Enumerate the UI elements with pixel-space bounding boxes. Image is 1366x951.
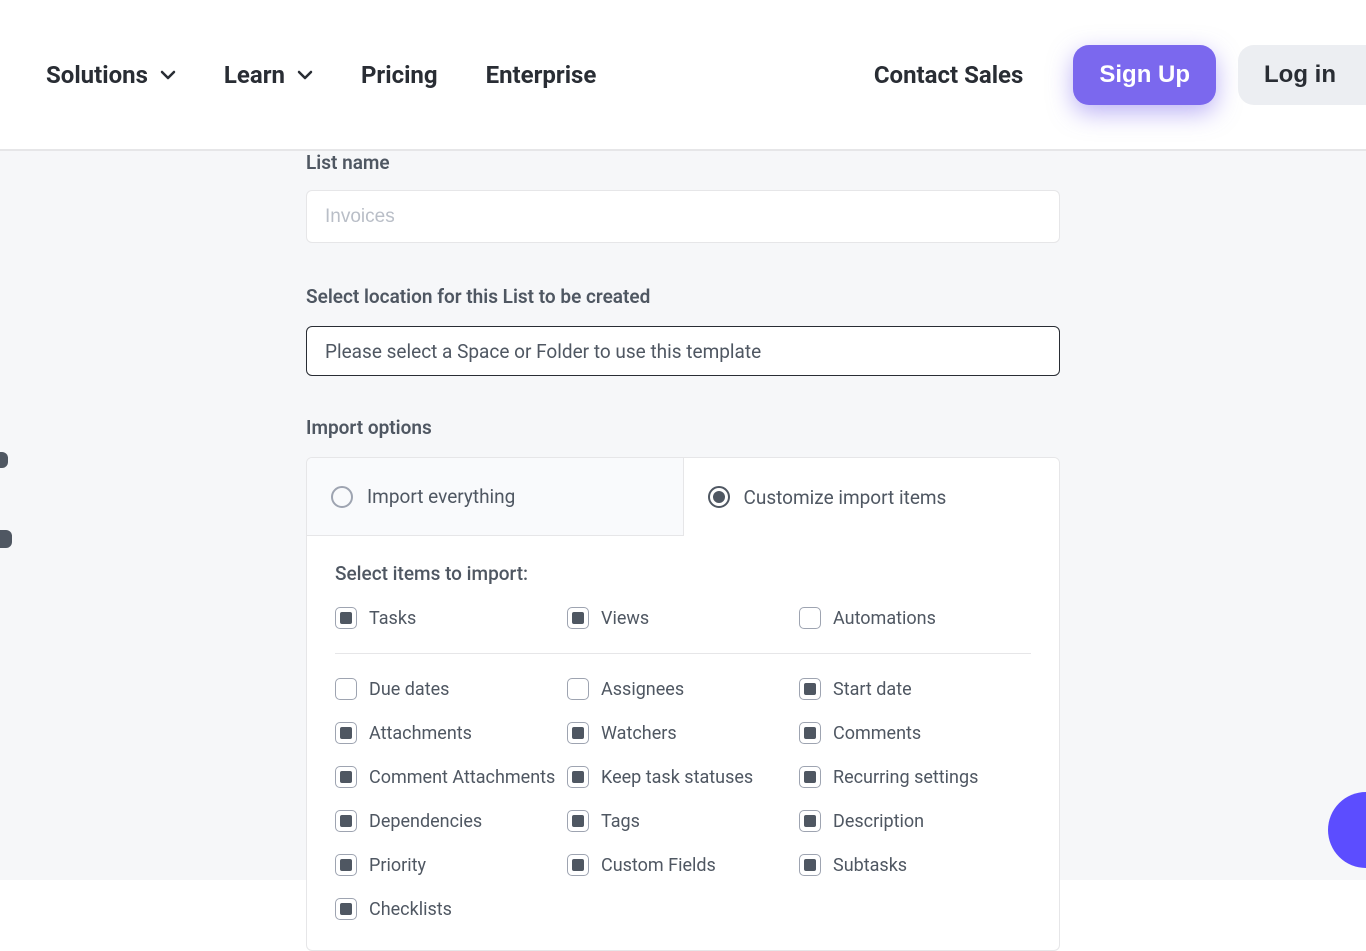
- check-item: Assignees: [567, 678, 799, 700]
- tab-customize-import[interactable]: Customize import items: [684, 458, 1060, 536]
- check-item: Recurring settings: [799, 766, 1031, 788]
- tab-label: Import everything: [367, 485, 515, 508]
- check-label: Due dates: [369, 679, 449, 700]
- tab-label: Customize import items: [744, 486, 947, 509]
- check-item: Start date: [799, 678, 1031, 700]
- check-item: Subtasks: [799, 854, 1031, 876]
- template-form: List name Select location for this List …: [306, 149, 1060, 880]
- check-label: Subtasks: [833, 855, 907, 876]
- check-label: Comments: [833, 723, 921, 744]
- list-name-label: List name: [306, 151, 390, 174]
- check-item: Checklists: [335, 898, 567, 920]
- nav-pricing[interactable]: Pricing: [361, 61, 438, 89]
- content-wrapper: List name Select location for this List …: [0, 150, 1366, 880]
- check-label: Keep task statuses: [601, 767, 753, 788]
- list-name-section: List name: [306, 149, 1060, 243]
- check-item: Dependencies: [335, 810, 567, 832]
- checkbox[interactable]: [335, 810, 357, 832]
- list-name-input[interactable]: [306, 190, 1060, 243]
- check-label: Automations: [833, 608, 936, 629]
- location-section: Select location for this List to be crea…: [306, 285, 1060, 376]
- top-nav: Solutions Learn Pricing Enterprise Conta…: [0, 0, 1366, 150]
- check-item: Automations: [799, 607, 1031, 629]
- checkbox[interactable]: [567, 678, 589, 700]
- checkbox[interactable]: [335, 722, 357, 744]
- checkbox[interactable]: [567, 722, 589, 744]
- import-tabs: Import everything Customize import items: [307, 458, 1059, 536]
- checkbox[interactable]: [567, 607, 589, 629]
- check-label: Watchers: [601, 723, 677, 744]
- side-handle[interactable]: [0, 530, 12, 548]
- checkbox[interactable]: [567, 854, 589, 876]
- contact-sales-link[interactable]: Contact Sales: [874, 61, 1024, 89]
- check-label: Priority: [369, 855, 426, 876]
- checkbox[interactable]: [799, 766, 821, 788]
- checkbox[interactable]: [335, 607, 357, 629]
- import-options-box: Import everything Customize import items…: [306, 457, 1060, 951]
- check-item: Watchers: [567, 722, 799, 744]
- check-label: Views: [601, 608, 649, 629]
- import-options-label: Import options: [306, 416, 1060, 439]
- check-item: Views: [567, 607, 799, 629]
- check-item: Priority: [335, 854, 567, 876]
- nav-item-label: Learn: [224, 61, 285, 89]
- radio-selected-icon: [708, 486, 730, 508]
- check-label: Description: [833, 811, 924, 832]
- check-label: Assignees: [601, 679, 684, 700]
- checkbox[interactable]: [799, 607, 821, 629]
- check-item: Attachments: [335, 722, 567, 744]
- check-label: Start date: [833, 679, 912, 700]
- side-handle[interactable]: [0, 452, 8, 468]
- check-label: Attachments: [369, 723, 472, 744]
- check-item: Tasks: [335, 607, 567, 629]
- checkbox[interactable]: [567, 810, 589, 832]
- check-label: Checklists: [369, 899, 452, 920]
- nav-item-label: Pricing: [361, 61, 438, 89]
- import-section: Import options Import everything Customi…: [306, 416, 1060, 951]
- nav-item-label: Solutions: [46, 61, 148, 89]
- items-grid: Due dates Assignees Start date Attachments W…: [335, 678, 1031, 920]
- location-placeholder: Please select a Space or Folder to use t…: [325, 340, 761, 363]
- check-item: Tags: [567, 810, 799, 832]
- radio-unselected-icon: [331, 486, 353, 508]
- check-item: Comments: [799, 722, 1031, 744]
- checkbox[interactable]: [799, 810, 821, 832]
- log-in-button[interactable]: Log in: [1238, 45, 1366, 105]
- chevron-down-icon: [297, 67, 313, 83]
- check-label: Tasks: [369, 608, 416, 629]
- nav-learn[interactable]: Learn: [224, 61, 313, 89]
- nav-right: Contact Sales Sign Up Log in: [874, 45, 1366, 105]
- chevron-down-icon: [160, 67, 176, 83]
- checkbox[interactable]: [335, 898, 357, 920]
- check-item: Custom Fields: [567, 854, 799, 876]
- select-items-title: Select items to import:: [335, 562, 1031, 585]
- check-item: Comment Attachments: [335, 766, 567, 788]
- check-label: Custom Fields: [601, 855, 716, 876]
- check-label: Recurring settings: [833, 767, 978, 788]
- checkbox[interactable]: [567, 766, 589, 788]
- check-label: Tags: [601, 811, 640, 832]
- items-top-row: Tasks Views Automations: [335, 607, 1031, 654]
- check-item: Due dates: [335, 678, 567, 700]
- nav-enterprise[interactable]: Enterprise: [486, 61, 597, 89]
- check-item: Keep task statuses: [567, 766, 799, 788]
- sign-up-button[interactable]: Sign Up: [1073, 45, 1216, 105]
- checkbox[interactable]: [799, 722, 821, 744]
- checkbox[interactable]: [335, 766, 357, 788]
- check-label: Dependencies: [369, 811, 482, 832]
- import-items-area: Select items to import: Tasks Views Automa…: [307, 536, 1059, 950]
- check-item: Description: [799, 810, 1031, 832]
- checkbox[interactable]: [335, 854, 357, 876]
- checkbox[interactable]: [335, 678, 357, 700]
- nav-item-label: Enterprise: [486, 61, 597, 89]
- tab-import-everything[interactable]: Import everything: [307, 458, 684, 536]
- location-label: Select location for this List to be crea…: [306, 285, 1060, 308]
- location-select[interactable]: Please select a Space or Folder to use t…: [306, 326, 1060, 376]
- nav-left: Solutions Learn Pricing Enterprise: [46, 61, 596, 89]
- nav-solutions[interactable]: Solutions: [46, 61, 176, 89]
- checkbox[interactable]: [799, 854, 821, 876]
- check-label: Comment Attachments: [369, 767, 555, 788]
- checkbox[interactable]: [799, 678, 821, 700]
